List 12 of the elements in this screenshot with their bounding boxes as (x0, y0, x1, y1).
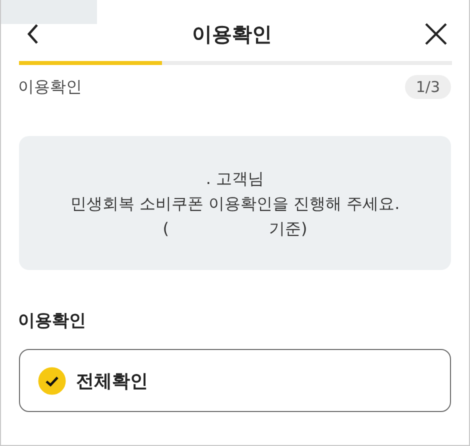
step-counter: 1/3 (404, 75, 451, 99)
page-title: 이용확인 (192, 20, 272, 48)
close-icon[interactable] (424, 22, 448, 46)
back-icon[interactable] (26, 23, 40, 45)
step-label: 이용확인 (18, 76, 82, 98)
notice-text: 기준) (269, 218, 308, 238)
notice-text: . 고객님 (206, 168, 264, 188)
confirm-option[interactable]: 전체확인 (19, 349, 451, 412)
notice-text: 민생회복 소비쿠폰 이용확인을 진행해 주세요. (70, 192, 400, 214)
check-icon[interactable] (38, 366, 66, 394)
section-title: 이용확인 (18, 310, 87, 332)
notice-text: ( (162, 218, 169, 238)
